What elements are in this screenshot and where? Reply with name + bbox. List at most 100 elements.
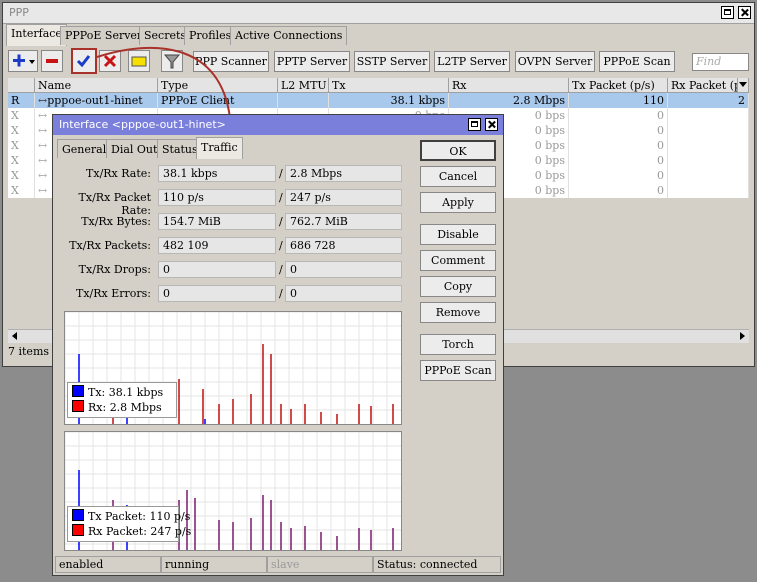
tx-color-swatch — [72, 385, 84, 397]
col-type[interactable]: Type — [158, 78, 278, 93]
maximize-icon[interactable] — [468, 118, 481, 131]
field-rx-value: 762.7 MiB — [285, 213, 402, 230]
cell-txp: 0 — [569, 138, 668, 153]
filter-button[interactable] — [161, 50, 183, 72]
cell-rxp: 2 — [668, 93, 749, 108]
interface-name: pppoe-out1-hinet — [47, 94, 143, 107]
pppoe-interface-icon: ↔ — [38, 109, 48, 122]
torch-button[interactable]: Torch — [420, 334, 496, 355]
comment-button[interactable] — [128, 50, 150, 72]
cell-l2 — [278, 93, 329, 108]
col-rx[interactable]: Rx — [449, 78, 569, 93]
cell-txp: 0 — [569, 183, 668, 198]
remove-button[interactable] — [41, 50, 63, 72]
pppoe-interface-icon: ↔ — [38, 124, 48, 137]
status-running: running — [161, 556, 267, 573]
ppp-titlebar[interactable]: PPP — [3, 3, 754, 24]
dialog-titlebar[interactable]: Interface <pppoe-out1-hinet> — [53, 115, 503, 135]
cell-flag: X — [8, 153, 35, 168]
scroll-right-icon[interactable] — [737, 330, 747, 342]
field-rx-value: 686 728 — [285, 237, 402, 254]
cell-flag: X — [8, 123, 35, 138]
cell-txp: 0 — [569, 168, 668, 183]
ovpn-server-button[interactable]: OVPN Server — [515, 51, 595, 72]
col-l2mtu[interactable]: L2 MTU — [278, 78, 329, 93]
cell-rx: 2.8 Mbps — [449, 93, 569, 108]
cell-flag: X — [8, 168, 35, 183]
tx-packet-legend: Tx Packet: 110 p/s — [88, 510, 191, 523]
tab-profiles[interactable]: Profiles — [184, 26, 237, 45]
status-connected: Status: connected — [373, 556, 501, 573]
packet-rate-graph: Tx Packet: 110 p/s Rx Packet: 247 p/s — [64, 431, 402, 551]
field-tx-value: 482 109 — [158, 237, 276, 254]
pppoe-interface-icon: ↔ — [38, 169, 48, 182]
l2tp-server-button[interactable]: L2TP Server — [434, 51, 510, 72]
minus-icon — [46, 59, 58, 63]
pppoe-scan-button[interactable]: PPPoE Scan — [599, 51, 675, 72]
ppp-scanner-button[interactable]: PPP Scanner — [193, 51, 269, 72]
tab-general[interactable]: General — [57, 139, 112, 158]
find-input[interactable]: Find — [692, 53, 749, 71]
checkmark-icon — [76, 55, 91, 68]
rx-packet-legend: Rx Packet: 247 p/s — [88, 525, 192, 538]
tab-interface[interactable]: Interface — [6, 24, 67, 46]
pppoe-scan-button[interactable]: PPPoE Scan — [420, 360, 496, 381]
comment-button[interactable]: Comment — [420, 250, 496, 271]
cell-name: ↔pppoe-out1-hinet — [35, 93, 158, 108]
field-rx-value: 2.8 Mbps — [285, 165, 402, 182]
field-label: Tx/Rx Packets: — [69, 239, 151, 252]
table-row[interactable]: R ↔pppoe-out1-hinet PPPoE Client 38.1 kbps 2… — [8, 93, 749, 108]
apply-button[interactable]: Apply — [420, 192, 496, 213]
value-separator: / — [279, 287, 283, 300]
close-icon[interactable] — [738, 6, 751, 19]
col-rx-packet[interactable]: Rx Packet (p/ — [668, 78, 738, 93]
interface-dialog: Interface <pppoe-out1-hinet> General Dia… — [52, 114, 504, 576]
tx-rate-legend: Tx: 38.1 kbps — [88, 386, 164, 399]
cell-rxp — [668, 138, 749, 153]
maximize-icon[interactable] — [721, 6, 734, 19]
chevron-down-icon — [739, 82, 747, 87]
cell-tx: 38.1 kbps — [329, 93, 449, 108]
field-rx-value: 0 — [285, 261, 402, 278]
disable-button[interactable] — [99, 50, 121, 72]
add-button[interactable] — [8, 50, 38, 72]
col-tx-packet[interactable]: Tx Packet (p/s) — [569, 78, 668, 93]
pppoe-interface-icon: ↔ — [38, 184, 48, 197]
x-icon — [103, 54, 117, 68]
tab-dial-out[interactable]: Dial Out — [106, 139, 163, 158]
cell-rxp — [668, 153, 749, 168]
dialog-title: Interface <pppoe-out1-hinet> — [59, 118, 226, 131]
field-tx-value: 0 — [158, 285, 276, 302]
cell-type: PPPoE Client — [158, 93, 278, 108]
field-label: Tx/Rx Drops: — [78, 263, 151, 276]
columns-dropdown[interactable] — [738, 78, 749, 93]
cell-txp: 0 — [569, 108, 668, 123]
enable-button[interactable] — [71, 48, 97, 74]
field-label: Tx/Rx Errors: — [75, 287, 151, 300]
disable-button[interactable]: Disable — [420, 224, 496, 245]
field-label: Tx/Rx Rate: — [86, 167, 151, 180]
field-tx-value: 0 — [158, 261, 276, 278]
scroll-left-icon[interactable] — [10, 330, 20, 342]
pptp-server-button[interactable]: PPTP Server — [274, 51, 350, 72]
cell-flag: X — [8, 138, 35, 153]
col-tx[interactable]: Tx — [329, 78, 449, 93]
cancel-button[interactable]: Cancel — [420, 166, 496, 187]
ok-button[interactable]: OK — [420, 140, 496, 161]
tab-active-connections[interactable]: Active Connections — [230, 26, 348, 45]
cell-txp: 0 — [569, 153, 668, 168]
rx-rate-legend: Rx: 2.8 Mbps — [88, 401, 162, 414]
sstp-server-button[interactable]: SSTP Server — [354, 51, 430, 72]
remove-button[interactable]: Remove — [420, 302, 496, 323]
pppoe-interface-icon: ↔ — [38, 139, 48, 152]
copy-button[interactable]: Copy — [420, 276, 496, 297]
cell-rxp — [668, 183, 749, 198]
status-enabled: enabled — [55, 556, 161, 573]
col-flag[interactable] — [8, 78, 35, 93]
cell-txp: 0 — [569, 123, 668, 138]
filter-icon — [163, 54, 181, 69]
col-name[interactable]: Name — [35, 78, 158, 93]
rx-color-swatch — [72, 400, 84, 412]
close-icon[interactable] — [485, 118, 498, 131]
tab-traffic[interactable]: Traffic — [196, 137, 243, 159]
